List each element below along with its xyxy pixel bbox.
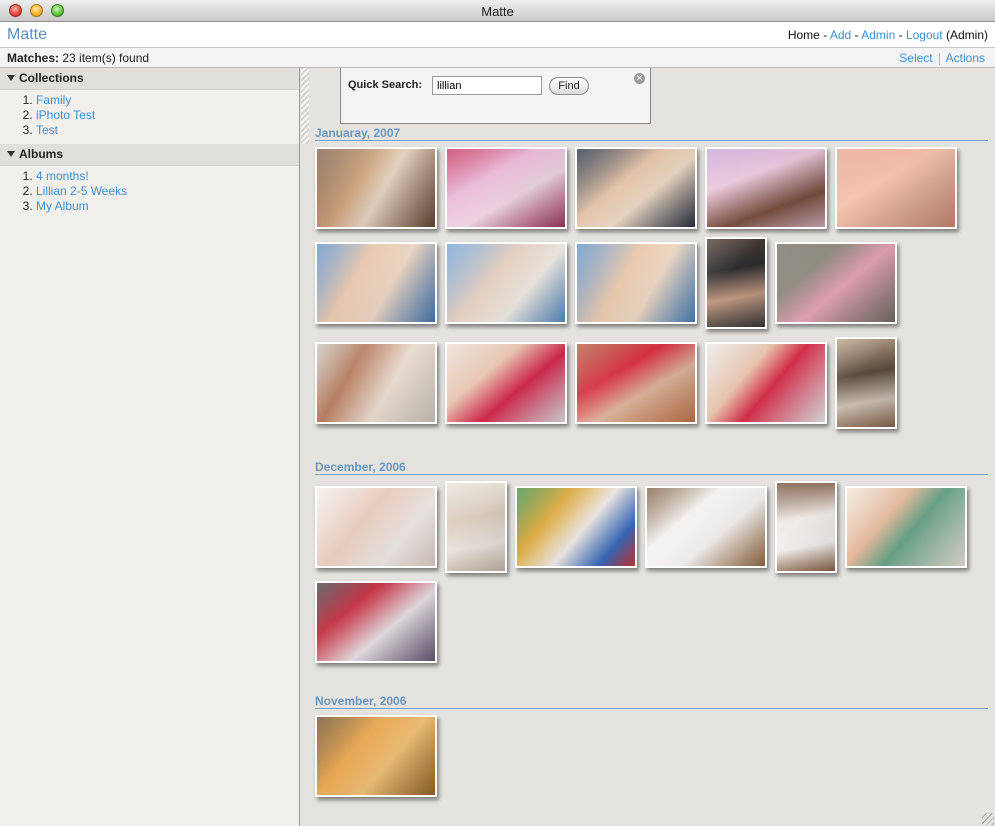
photo-thumbnail[interactable] [705,147,827,229]
album-link[interactable]: 4 months! [36,169,89,183]
list-item: Family [36,93,299,108]
quick-search-panel: Quick Search: Find ✕ [340,68,651,124]
select-link[interactable]: Select [899,51,932,65]
quick-search-input[interactable] [432,76,542,95]
window-titlebar: Matte [0,0,995,22]
collection-link[interactable]: Test [36,123,58,137]
nav-separator: - [854,28,859,42]
nav-add-link[interactable]: Add [830,28,851,42]
status-bar: Matches: 23 item(s) found Select Actions [0,48,995,68]
photo-thumbnail[interactable] [575,147,697,229]
disclosure-triangle-icon[interactable] [7,151,15,157]
window-resize-grip[interactable] [982,813,994,825]
list-item: My Album [36,199,299,214]
collections-title: Collections [19,71,84,85]
quick-search-label: Quick Search: [348,79,422,91]
matches-label: Matches: [7,51,60,65]
nav-logout-link[interactable]: Logout [906,28,943,42]
user-role: (Admin) [945,28,988,42]
close-icon[interactable]: ✕ [634,73,645,84]
matches-summary: Matches: 23 item(s) found [7,51,149,65]
collection-link[interactable]: iPhoto Test [36,108,95,122]
album-link[interactable]: Lillian 2-5 Weeks [36,184,127,198]
photo-thumbnail[interactable] [575,342,697,424]
collections-list: Family iPhoto Test Test [0,93,299,138]
find-button[interactable]: Find [549,77,589,95]
divider [938,52,940,65]
group-title: November, 2006 [315,694,407,708]
photo-thumbnail[interactable] [705,237,767,329]
app-header: Matte Home - Add - Admin - Logout (Admin… [0,22,995,48]
group-divider [315,140,988,141]
photo-thumbnail[interactable] [315,242,437,324]
photo-thumbnail[interactable] [515,486,637,568]
app-name[interactable]: Matte [7,26,47,44]
disclosure-triangle-icon[interactable] [7,75,15,81]
group-divider [315,474,988,475]
album-link[interactable]: My Album [36,199,89,213]
nav-separator: - [823,28,828,42]
photo-thumbnail[interactable] [445,147,567,229]
photo-thumbnail[interactable] [445,342,567,424]
albums-list: 4 months! Lillian 2-5 Weeks My Album [0,169,299,214]
photo-thumbnail[interactable] [775,481,837,573]
collection-link[interactable]: Family [36,93,71,107]
photo-thumbnail[interactable] [775,242,897,324]
nav-home-link[interactable]: Home [788,28,820,42]
photo-thumbnail[interactable] [315,581,437,663]
selection-actions: Select Actions [899,51,985,65]
top-navigation: Home - Add - Admin - Logout (Admin) [788,28,988,42]
albums-title: Albums [19,147,64,161]
photo-thumbnail[interactable] [445,242,567,324]
photo-thumbnail[interactable] [315,486,437,568]
window-title: Matte [481,4,514,19]
list-item: iPhoto Test [36,108,299,123]
matches-count: 23 item(s) found [62,51,150,65]
actions-link[interactable]: Actions [946,51,985,65]
list-item: 4 months! [36,169,299,184]
nav-admin-link[interactable]: Admin [861,28,895,42]
photo-thumbnail[interactable] [575,242,697,324]
photo-thumbnail[interactable] [445,481,507,573]
photo-thumbnail[interactable] [315,342,437,424]
list-item: Lillian 2-5 Weeks [36,184,299,199]
collections-header[interactable]: Collections [0,68,299,90]
photo-thumbnail[interactable] [705,342,827,424]
group-title: Januaray, 2007 [315,126,401,140]
nav-separator: - [898,28,903,42]
pane-splitter-handle[interactable] [301,68,309,144]
photo-thumbnail[interactable] [315,147,437,229]
albums-header[interactable]: Albums [0,144,299,166]
group-title: December, 2006 [315,460,406,474]
group-divider [315,708,988,709]
list-item: Test [36,123,299,138]
photo-thumbnail[interactable] [835,147,957,229]
photo-thumbnail[interactable] [835,337,897,429]
photo-thumbnail[interactable] [645,486,767,568]
photo-thumbnail[interactable] [845,486,967,568]
photo-thumbnail[interactable] [315,715,437,797]
sidebar: Collections Family iPhoto Test Test Albu… [0,68,300,826]
